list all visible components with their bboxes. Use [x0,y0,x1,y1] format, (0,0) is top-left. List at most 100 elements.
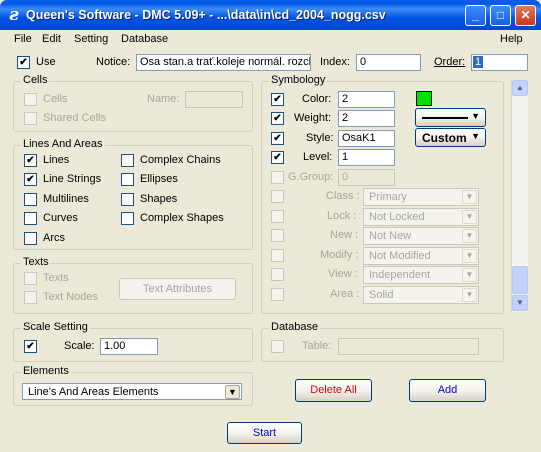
symbology-group-title: Symbology [269,74,328,86]
complex-shapes-label: Complex Shapes [140,212,224,224]
chevron-down-icon: ▼ [462,268,477,282]
class-value: Primary [369,191,407,203]
scale-checkbox[interactable] [24,340,37,353]
level-checkbox[interactable] [271,151,284,164]
modify-value: Not Modified [369,250,431,262]
use-checkbox[interactable] [17,56,30,69]
custom-style-button[interactable]: Custom ▼ [415,128,486,147]
class-dropdown[interactable]: Primary ▼ [363,188,479,206]
arcs-checkbox[interactable] [24,232,37,245]
text-nodes-checkbox[interactable] [24,291,37,304]
app-logo-icon: ƨ [9,5,19,25]
cells-checkbox[interactable] [24,93,37,106]
chevron-down-icon: ▼ [462,229,477,243]
lock-label: Lock : [327,210,357,222]
start-button[interactable]: Start [227,422,302,444]
minimize-button[interactable]: _ [465,5,486,26]
order-value: 1 [473,56,484,68]
elements-dropdown[interactable]: Line's And Areas Elements ▼ [22,383,242,400]
view-value: Independent [369,269,431,281]
color-swatch[interactable] [416,91,432,106]
elements-selected: Line's And Areas Elements [28,386,159,398]
class-checkbox[interactable] [271,190,284,203]
multilines-checkbox[interactable] [24,193,37,206]
color-input[interactable]: 2 [338,91,395,108]
symbology-scrollbar[interactable]: ▲ ▼ [511,80,528,312]
new-label: New : [330,229,359,241]
complex-chains-label: Complex Chains [140,154,221,166]
view-dropdown[interactable]: Independent ▼ [363,266,479,284]
name-label: Name: [147,93,180,105]
shapes-label: Shapes [140,193,178,205]
scale-setting-group-title: Scale Setting [21,321,90,333]
scale-input[interactable]: 1.00 [100,338,158,355]
lines-areas-group-title: Lines And Areas [21,138,105,150]
notice-input[interactable]: Osa stan.a trať.koleje normál. rozch [136,54,311,71]
modify-dropdown[interactable]: Not Modified ▼ [363,247,479,265]
lines-label: Lines [43,154,70,166]
scroll-down-icon[interactable]: ▼ [512,295,528,311]
weight-checkbox[interactable] [271,112,284,125]
ggroup-input[interactable]: 0 [338,169,395,186]
cells-label: Cells [43,93,68,105]
ggroup-checkbox[interactable] [271,171,284,184]
order-label: Order: [434,56,466,68]
shared-cells-label: Shared Cells [43,112,106,124]
lock-value: Not Locked [369,211,425,223]
cells-group-title: Cells [21,74,50,86]
complex-chains-checkbox[interactable] [121,154,134,167]
delete-all-button[interactable]: Delete All [295,379,372,402]
texts-checkbox[interactable] [24,272,37,285]
shared-cells-checkbox[interactable] [24,112,37,125]
curves-checkbox[interactable] [24,212,37,225]
index-input[interactable]: 0 [356,54,421,71]
color-checkbox[interactable] [271,93,284,106]
ellipses-label: Ellipses [140,173,178,185]
view-checkbox[interactable] [271,268,284,281]
chevron-down-icon: ▼ [462,249,477,263]
style-checkbox[interactable] [271,132,284,145]
weight-input[interactable]: 2 [338,110,395,127]
new-dropdown[interactable]: Not New ▼ [363,227,479,245]
color-label: Color: [302,93,332,105]
table-input[interactable] [338,338,479,355]
chevron-down-icon: ▼ [471,111,480,121]
text-attributes-button[interactable]: Text Attributes [119,278,236,300]
menu-edit[interactable]: Edit [42,33,61,45]
chevron-down-icon: ▼ [462,210,477,224]
database-checkbox[interactable] [271,340,284,353]
modify-label: Modify : [320,249,359,261]
menu-file[interactable]: File [14,33,32,45]
order-input[interactable]: 1 [471,54,528,71]
name-input[interactable] [185,91,243,108]
style-input[interactable]: OsaK1 [338,130,395,147]
use-label: Use [36,56,56,68]
ggroup-label: G.Group: [288,171,334,183]
menu-setting[interactable]: Setting [74,33,108,45]
text-nodes-label: Text Nodes [43,291,99,303]
area-dropdown[interactable]: Solid ▼ [363,286,479,304]
level-input[interactable]: 1 [338,149,395,166]
scroll-up-icon[interactable]: ▲ [512,80,528,96]
scrollbar-thumb[interactable] [512,266,528,294]
modify-checkbox[interactable] [271,249,284,262]
lock-dropdown[interactable]: Not Locked ▼ [363,208,479,226]
area-checkbox[interactable] [271,288,284,301]
menu-database[interactable]: Database [121,33,168,45]
new-checkbox[interactable] [271,229,284,242]
weight-line-button[interactable]: ▼ [415,108,486,127]
shapes-checkbox[interactable] [121,193,134,206]
notice-label: Notice: [96,56,131,68]
elements-group-title: Elements [21,365,71,377]
new-value: Not New [369,230,412,242]
ellipses-checkbox[interactable] [121,173,134,186]
area-label: Area : [330,288,360,300]
lines-checkbox[interactable] [24,154,37,167]
maximize-button[interactable]: □ [490,5,511,26]
add-button[interactable]: Add [409,379,486,402]
complex-shapes-checkbox[interactable] [121,212,134,225]
close-button[interactable]: ✕ [515,5,536,26]
menu-help[interactable]: Help [500,33,523,45]
lock-checkbox[interactable] [271,210,284,223]
line-strings-checkbox[interactable] [24,173,37,186]
